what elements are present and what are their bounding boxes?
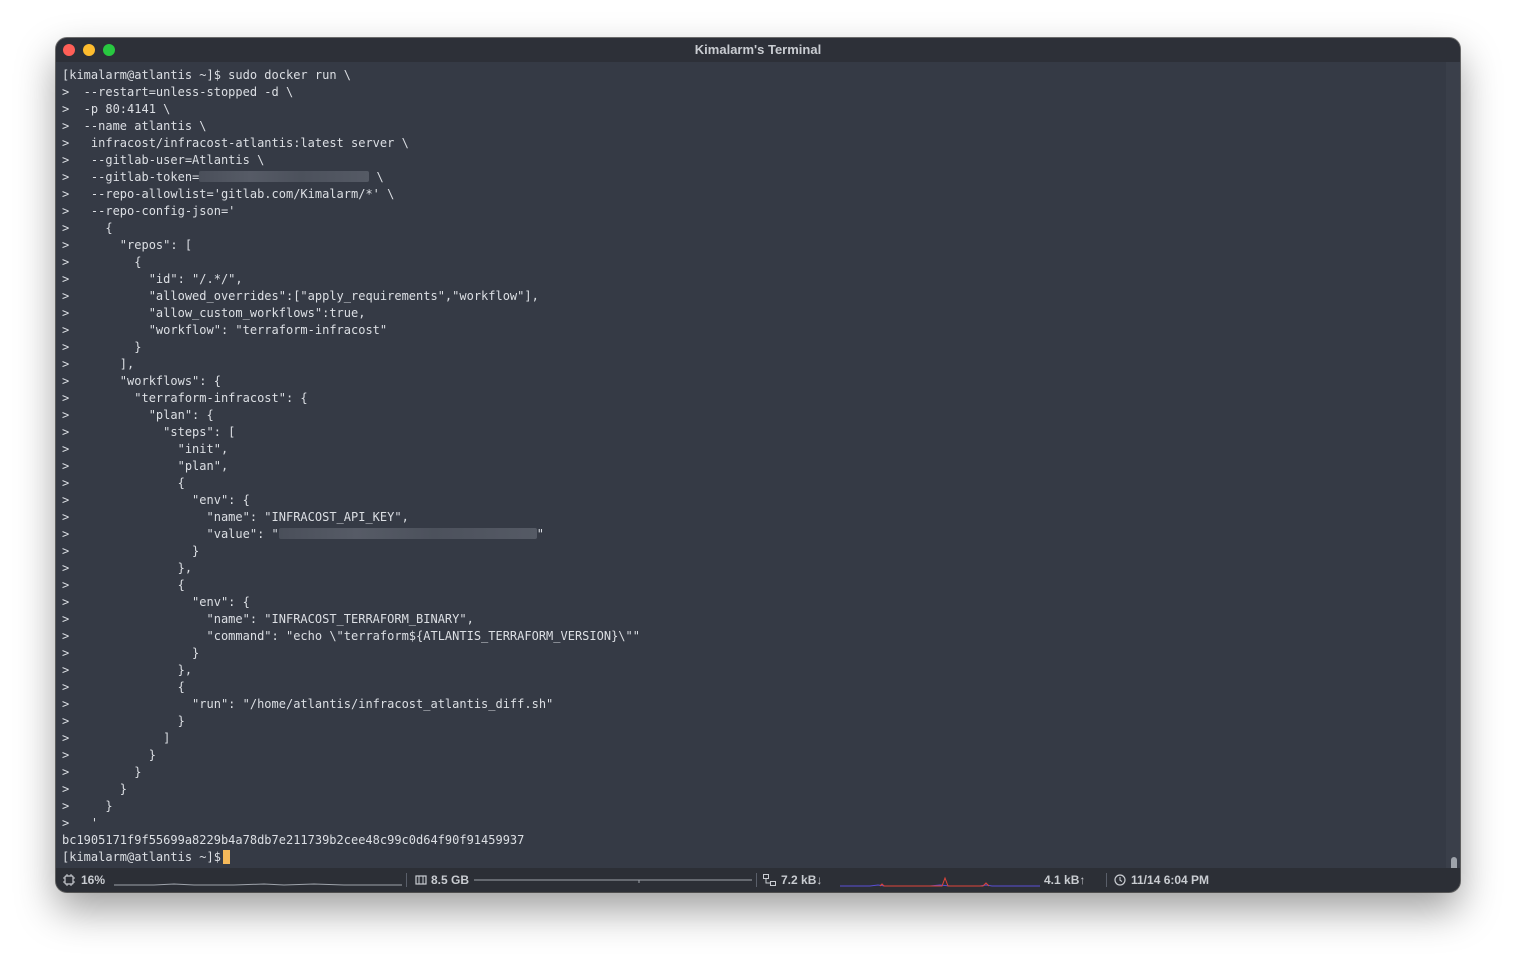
- continuation-line: > }: [62, 799, 113, 813]
- continuation-line: > "workflow": "terraform-infracost": [62, 323, 388, 337]
- continuation-line: > "repos": [: [62, 238, 193, 252]
- continuation-line: > {: [62, 221, 113, 235]
- command-output: bc1905171f9f55699a8229b4a78db7e211739b2c…: [62, 833, 525, 847]
- terminal-window: Kimalarm's Terminal [kimalarm@atlantis ~…: [56, 38, 1460, 892]
- continuation-line: > "plan",: [62, 459, 229, 473]
- continuation-line: > "name": "INFRACOST_API_KEY",: [62, 510, 409, 524]
- continuation-line: > }: [62, 765, 142, 779]
- network-down: 7.2 kB↓: [781, 873, 823, 887]
- datetime: 11/14 6:04 PM: [1131, 873, 1210, 887]
- separator: [406, 873, 407, 887]
- continuation-line: > --name atlantis \: [62, 119, 207, 133]
- memory-icon: [415, 875, 427, 885]
- network-up: 4.1 kB↑: [1044, 873, 1086, 887]
- continuation-line: > },: [62, 561, 193, 575]
- cpu-usage: 16%: [81, 873, 106, 887]
- memory-usage: 8.5 GB: [431, 873, 470, 887]
- continuation-line: > -p 80:4141 \: [62, 102, 171, 116]
- continuation-line: > "env": {: [62, 493, 250, 507]
- command-line: [kimalarm@atlantis ~]$ sudo docker run \: [62, 68, 351, 82]
- continuation-line: > {: [62, 255, 142, 269]
- terminal-output[interactable]: [kimalarm@atlantis ~]$ sudo docker run \…: [62, 67, 1442, 867]
- continuation-line: > }: [62, 340, 142, 354]
- continuation-line: > "run": "/home/atlantis/infracost_atlan…: [62, 697, 554, 711]
- continuation-line: > },: [62, 663, 193, 677]
- cpu-icon: [63, 874, 75, 886]
- continuation-line: > "id": "/.*/",: [62, 272, 243, 286]
- clock-icon: [1114, 874, 1126, 886]
- continuation-line: > --gitlab-user=Atlantis \: [62, 153, 265, 167]
- continuation-line: > {: [62, 476, 185, 490]
- continuation-line: > --restart=unless-stopped -d \: [62, 85, 294, 99]
- cpu-graph: [114, 883, 402, 886]
- prompt-line: [kimalarm@atlantis ~]$: [62, 849, 1442, 866]
- separator: [1106, 873, 1107, 887]
- continuation-line: > "value": " ": [62, 527, 544, 541]
- continuation-line: > }: [62, 748, 156, 762]
- continuation-line: > "env": {: [62, 595, 250, 609]
- network-icon: [763, 874, 776, 886]
- continuation-line: > }: [62, 782, 128, 796]
- scrollbar-track[interactable]: [1446, 62, 1460, 891]
- continuation-line: > --repo-allowlist='gitlab.com/Kimalarm/…: [62, 187, 395, 201]
- continuation-line: > ],: [62, 357, 135, 371]
- continuation-line: > "steps": [: [62, 425, 236, 439]
- continuation-line: > "terraform-infracost": {: [62, 391, 308, 405]
- continuation-line: > "allow_custom_workflows":true,: [62, 306, 366, 320]
- separator: [756, 873, 757, 887]
- continuation-line: > ]: [62, 731, 171, 745]
- title-bar: Kimalarm's Terminal: [56, 38, 1460, 62]
- continuation-line: > }: [62, 714, 185, 728]
- continuation-line: > --gitlab-token= \: [62, 170, 384, 184]
- network-graph: [840, 876, 1040, 887]
- continuation-line: > "init",: [62, 442, 229, 456]
- continuation-line: > "allowed_overrides":["apply_requiremen…: [62, 289, 539, 303]
- cursor: [222, 850, 230, 864]
- continuation-line: > "name": "INFRACOST_TERRAFORM_BINARY",: [62, 612, 474, 626]
- status-bar: 16% 8.5 GB 7.2 kB↓ 4.1 kB↑ 11/14 6:04 PM: [56, 868, 1460, 892]
- continuation-line: > }: [62, 646, 200, 660]
- memory-graph: [474, 879, 752, 883]
- window-title: Kimalarm's Terminal: [694, 42, 822, 57]
- redacted-secret: [278, 528, 537, 539]
- continuation-line: > --repo-config-json=': [62, 204, 236, 218]
- continuation-line: > }: [62, 544, 200, 558]
- redacted-secret: [199, 171, 370, 182]
- continuation-line: > "plan": {: [62, 408, 214, 422]
- continuation-line: > {: [62, 680, 185, 694]
- continuation-line: > ': [62, 816, 99, 830]
- continuation-line: > {: [62, 578, 185, 592]
- continuation-line: > "command": "echo \"terraform${ATLANTIS…: [62, 629, 640, 643]
- continuation-line: > "workflows": {: [62, 374, 221, 388]
- continuation-line: > infracost/infracost-atlantis:latest se…: [62, 136, 409, 150]
